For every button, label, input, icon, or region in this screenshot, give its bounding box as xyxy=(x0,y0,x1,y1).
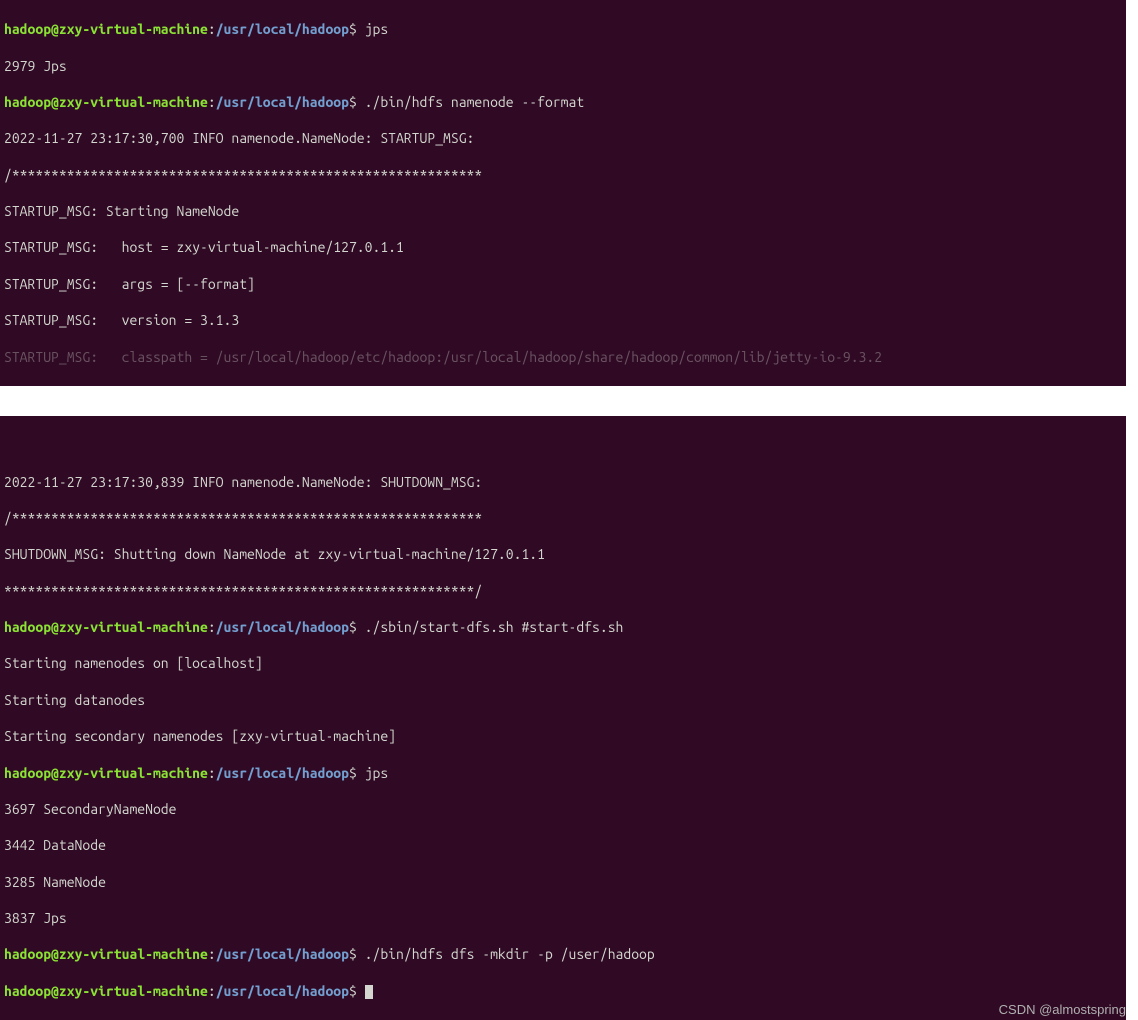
prompt-user: hadoop@zxy-virtual-machine xyxy=(4,21,208,37)
output-line: STARTUP_MSG: version = 3.1.3 xyxy=(4,311,1122,329)
terminal-window-1[interactable]: hadoop@zxy-virtual-machine:/usr/local/ha… xyxy=(0,0,1126,386)
prompt-line: hadoop@zxy-virtual-machine:/usr/local/ha… xyxy=(4,945,1122,963)
output-line: 2022-11-27 23:17:30,839 INFO namenode.Na… xyxy=(4,473,1122,491)
command-text: jps xyxy=(365,21,389,37)
output-line: 2022-11-27 23:17:30,700 INFO namenode.Na… xyxy=(4,129,1122,147)
output-line: /***************************************… xyxy=(4,166,1122,184)
command-text: jps xyxy=(365,765,389,781)
prompt-path: /usr/local/hadoop xyxy=(216,21,349,37)
output-line: /***************************************… xyxy=(4,509,1122,527)
output-line: STARTUP_MSG: args = [--format] xyxy=(4,275,1122,293)
output-line: STARTUP_MSG: host = zxy-virtual-machine/… xyxy=(4,238,1122,256)
output-line: Starting datanodes xyxy=(4,691,1122,709)
prompt-line: hadoop@zxy-virtual-machine:/usr/local/ha… xyxy=(4,764,1122,782)
prompt-line: hadoop@zxy-virtual-machine:/usr/local/ha… xyxy=(4,618,1122,636)
output-line: SHUTDOWN_MSG: Shutting down NameNode at … xyxy=(4,545,1122,563)
output-line: Starting secondary namenodes [zxy-virtua… xyxy=(4,727,1122,745)
prompt-line: hadoop@zxy-virtual-machine:/usr/local/ha… xyxy=(4,93,1122,111)
output-line: Starting namenodes on [localhost] xyxy=(4,654,1122,672)
command-text: ./bin/hdfs namenode --format xyxy=(365,94,585,110)
output-line: 3837 Jps xyxy=(4,909,1122,927)
prompt-line: hadoop@zxy-virtual-machine:/usr/local/ha… xyxy=(4,982,1122,1000)
output-line: ****************************************… xyxy=(4,582,1122,600)
terminal-window-2[interactable]: 2022-11-27 23:17:30,839 INFO namenode.Na… xyxy=(0,416,1126,1020)
cursor-icon xyxy=(365,985,373,999)
output-line: 3285 NameNode xyxy=(4,873,1122,891)
command-text: ./sbin/start-dfs.sh #start-dfs.sh xyxy=(365,619,624,635)
prompt-line: hadoop@zxy-virtual-machine:/usr/local/ha… xyxy=(4,20,1122,38)
output-line: 2979 Jps xyxy=(4,57,1122,75)
output-line: STARTUP_MSG: classpath = /usr/local/hado… xyxy=(4,348,1122,366)
output-line: 3442 DataNode xyxy=(4,836,1122,854)
output-line xyxy=(4,436,1122,454)
output-line: STARTUP_MSG: Starting NameNode xyxy=(4,202,1122,220)
command-text: ./bin/hdfs dfs -mkdir -p /user/hadoop xyxy=(365,946,655,962)
output-line: 3697 SecondaryNameNode xyxy=(4,800,1122,818)
